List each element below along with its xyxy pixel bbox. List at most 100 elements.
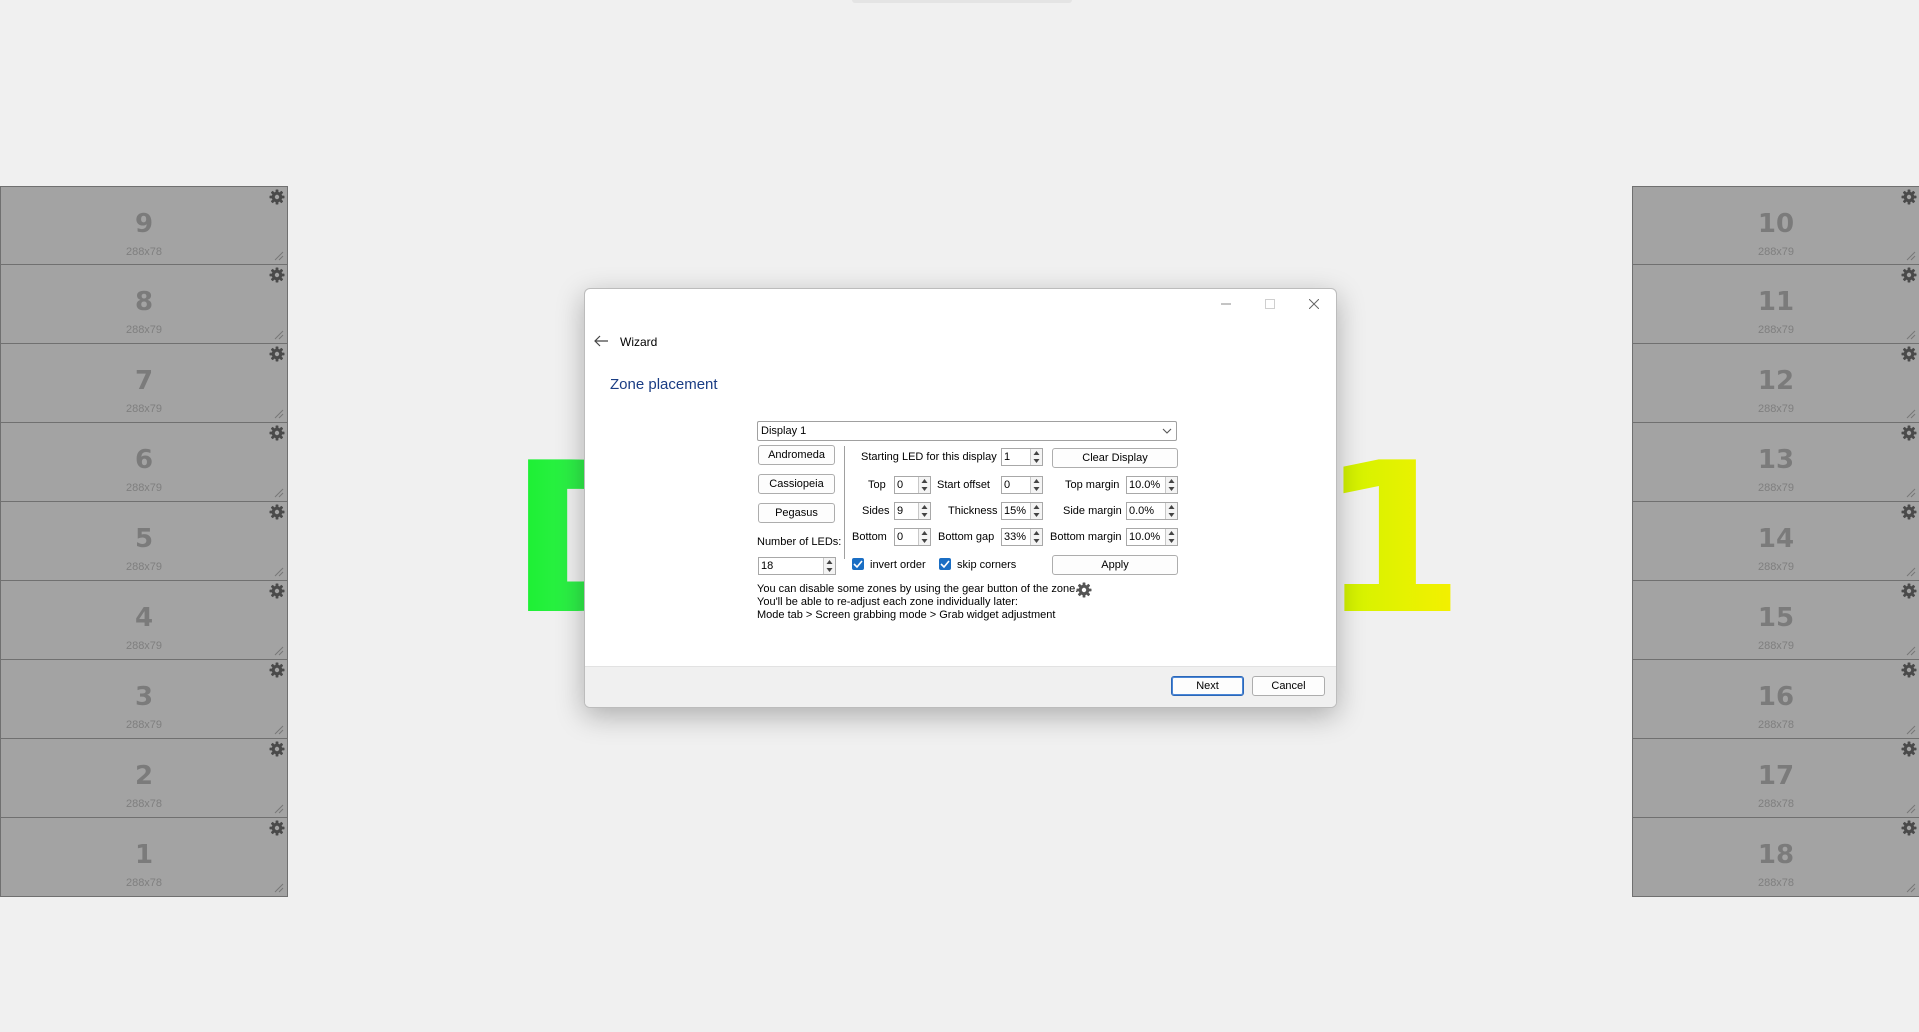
gear-icon[interactable] [1901,346,1917,362]
info-line-3: Mode tab > Screen grabbing mode > Grab w… [757,609,1056,621]
skip-corners-checkbox[interactable] [939,558,951,570]
starting-led-spinbox[interactable]: 1 [1001,448,1043,466]
zone-right[interactable]: 10 288x79 [1632,186,1919,265]
resize-grip-icon[interactable] [1906,488,1916,498]
resize-grip-icon[interactable] [1906,725,1916,735]
next-button[interactable]: Next [1171,676,1244,696]
gear-icon[interactable] [269,425,285,441]
preset-pegasus-button[interactable]: Pegasus [758,503,835,523]
apply-button[interactable]: Apply [1052,555,1178,575]
resize-grip-icon[interactable] [1906,567,1916,577]
skip-corners-label[interactable]: skip corners [957,559,1016,571]
gear-icon[interactable] [269,820,285,836]
zone-right[interactable]: 16 288x78 [1632,660,1919,739]
resize-grip-icon[interactable] [274,567,284,577]
bottom-margin-value: 10.0% [1129,531,1161,543]
spin-arrows-icon[interactable] [1165,477,1177,493]
top-spinbox[interactable]: 0 [894,476,931,494]
gear-icon[interactable] [1901,583,1917,599]
dialog-footer: Next Cancel [585,666,1336,707]
spin-arrows-icon[interactable] [1030,529,1042,545]
resize-grip-icon[interactable] [274,725,284,735]
num-leds-spinbox[interactable]: 18 [758,557,836,575]
spin-arrows-icon[interactable] [1030,503,1042,519]
gear-icon[interactable] [269,504,285,520]
spin-arrows-icon[interactable] [1030,449,1042,465]
gear-icon[interactable] [1901,662,1917,678]
spin-arrows-icon[interactable] [918,503,930,519]
resize-grip-icon[interactable] [274,883,284,893]
gear-icon[interactable] [1901,425,1917,441]
resize-grip-icon[interactable] [1906,646,1916,656]
side-margin-spinbox[interactable]: 0.0% [1126,502,1178,520]
resize-grip-icon[interactable] [1906,251,1916,261]
back-arrow-icon[interactable] [592,333,612,349]
chevron-down-icon [1162,428,1172,434]
gear-icon[interactable] [269,267,285,283]
gear-icon[interactable] [269,189,285,205]
spin-arrows-icon[interactable] [918,529,930,545]
spin-arrows-icon[interactable] [918,477,930,493]
zone-left[interactable]: 1 288x78 [0,818,288,897]
cancel-button[interactable]: Cancel [1252,676,1325,696]
top-margin-spinbox[interactable]: 10.0% [1126,476,1178,494]
close-icon [1309,299,1319,309]
zone-left[interactable]: 2 288x78 [0,739,288,818]
bottom-gap-spinbox[interactable]: 33% [1001,528,1043,546]
thickness-spinbox[interactable]: 15% [1001,502,1043,520]
resize-grip-icon[interactable] [274,804,284,814]
zone-right[interactable]: 17 288x78 [1632,739,1919,818]
zone-right[interactable]: 18 288x78 [1632,818,1919,897]
resize-grip-icon[interactable] [1906,883,1916,893]
zone-size: 288x78 [1757,719,1795,731]
resize-grip-icon[interactable] [274,646,284,656]
zone-right[interactable]: 15 288x79 [1632,581,1919,660]
top-label: Top [868,479,886,491]
zone-left[interactable]: 6 288x79 [0,423,288,502]
preset-andromeda-button[interactable]: Andromeda [758,445,835,465]
resize-grip-icon[interactable] [274,488,284,498]
gear-icon[interactable] [269,741,285,757]
clear-display-button[interactable]: Clear Display [1052,448,1178,468]
display-select[interactable]: Display 1 [757,421,1177,441]
resize-grip-icon[interactable] [274,409,284,419]
gear-icon[interactable] [1901,189,1917,205]
gear-icon[interactable] [269,662,285,678]
zone-left[interactable]: 9 288x78 [0,186,288,265]
zone-right[interactable]: 12 288x79 [1632,344,1919,423]
resize-grip-icon[interactable] [274,330,284,340]
gear-icon[interactable] [1901,741,1917,757]
invert-order-checkbox[interactable] [852,558,864,570]
minimize-button[interactable] [1204,289,1248,319]
maximize-button[interactable] [1248,289,1292,319]
resize-grip-icon[interactable] [1906,409,1916,419]
bottom-margin-spinbox[interactable]: 10.0% [1126,528,1178,546]
zone-left[interactable]: 3 288x79 [0,660,288,739]
zone-left[interactable]: 4 288x79 [0,581,288,660]
bottom-spinbox[interactable]: 0 [894,528,931,546]
spin-arrows-icon[interactable] [1165,503,1177,519]
zone-right[interactable]: 14 288x79 [1632,502,1919,581]
spin-arrows-icon[interactable] [1030,477,1042,493]
gear-icon[interactable] [269,583,285,599]
zone-right[interactable]: 11 288x79 [1632,265,1919,344]
top-margin-label: Top margin [1065,479,1120,491]
invert-order-label[interactable]: invert order [870,559,926,571]
zone-left[interactable]: 5 288x79 [0,502,288,581]
gear-icon[interactable] [1901,504,1917,520]
sides-spinbox[interactable]: 9 [894,502,931,520]
close-button[interactable] [1292,289,1336,319]
resize-grip-icon[interactable] [1906,330,1916,340]
preset-cassiopeia-button[interactable]: Cassiopeia [758,474,835,494]
gear-icon[interactable] [269,346,285,362]
zone-left[interactable]: 7 288x79 [0,344,288,423]
zone-right[interactable]: 13 288x79 [1632,423,1919,502]
start-offset-spinbox[interactable]: 0 [1001,476,1043,494]
spin-arrows-icon[interactable] [823,558,835,574]
resize-grip-icon[interactable] [1906,804,1916,814]
gear-icon[interactable] [1901,820,1917,836]
spin-arrows-icon[interactable] [1165,529,1177,545]
gear-icon[interactable] [1901,267,1917,283]
resize-grip-icon[interactable] [274,251,284,261]
zone-left[interactable]: 8 288x79 [0,265,288,344]
